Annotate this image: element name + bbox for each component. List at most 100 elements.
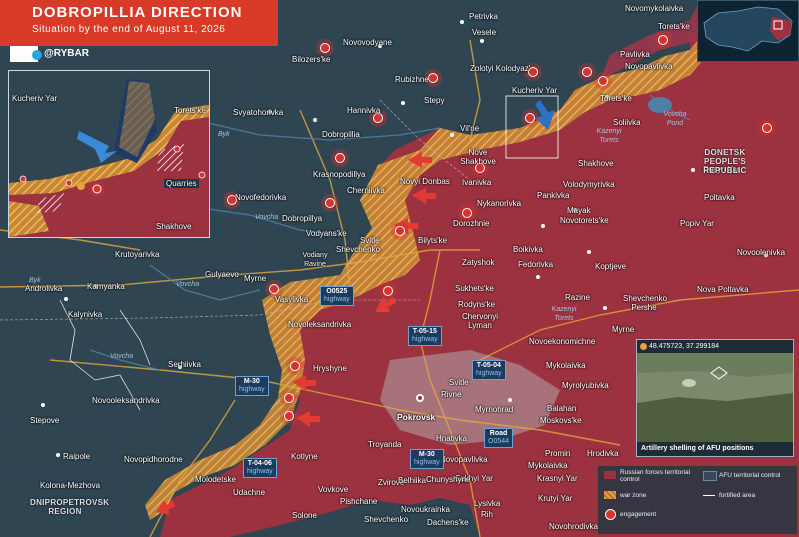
- legend-swatch-afu: [703, 471, 717, 481]
- place-label: Stepove: [30, 416, 60, 425]
- place-label: Bilyts'ke: [418, 236, 448, 245]
- place-label: Shevchenko Pershe: [623, 294, 668, 312]
- place-label: Kotlyne: [291, 452, 318, 461]
- legend-swatch-war-zone: [604, 491, 616, 499]
- place-label: Novotorets'ke: [560, 216, 609, 225]
- pond-label: Vovcha Pond: [663, 111, 687, 127]
- ukraine-outline: [703, 6, 793, 52]
- river-label: Byk: [218, 131, 230, 138]
- place-label: Popiv Yar: [680, 219, 714, 228]
- place-label: Ivanivka: [462, 178, 492, 187]
- place-label: Rubizhne: [395, 75, 429, 84]
- highway-badge: M-30 highway: [235, 376, 269, 396]
- place-label: Gulyaevo: [205, 270, 239, 279]
- place-label: Svyatohorivka: [233, 108, 284, 117]
- map-legend: Russian forces territorial control AFU t…: [598, 466, 797, 534]
- place-label: Novyi Donbas: [400, 177, 450, 186]
- highway-badge: T-04-06 highway: [243, 458, 277, 478]
- river-label: Byk: [29, 277, 41, 284]
- place-label: Torets'ke: [658, 22, 690, 31]
- place-label: Myrolyubivka: [562, 381, 609, 390]
- place-label: Novovodyane: [343, 38, 392, 47]
- place-label: Kolona-Mezhova: [40, 481, 101, 490]
- river-label: Kazenyi Torets: [596, 128, 622, 144]
- place-label: Myrnohrad: [475, 405, 514, 414]
- place-label: Novohrodivka: [549, 522, 598, 531]
- engagement-icon: [605, 509, 616, 520]
- region-label-dpr: DONETSK PEOPLE'S REPUBLIC: [703, 148, 747, 175]
- overview-minimap: [697, 0, 799, 62]
- place-label: Lysivka: [474, 499, 501, 508]
- place-label: Svitle: [449, 378, 469, 387]
- place-label: Raipole: [63, 452, 91, 461]
- highway-badge: T-05-15 highway: [408, 326, 442, 346]
- place-label: Solone: [292, 511, 317, 520]
- place-label: Nykanorivka: [477, 199, 522, 208]
- place-label: Myrne: [244, 274, 267, 283]
- page-subtitle: Situation by the end of August 11, 2026: [32, 24, 226, 35]
- place-label: Novoukrainka: [401, 505, 450, 514]
- place-label: Hrodivka: [587, 449, 619, 458]
- place-label: Vodyans'ke: [306, 229, 347, 238]
- place-label: Novooleksandrivka: [92, 396, 160, 405]
- place-label: Cherniivka: [347, 186, 385, 195]
- place-label: Krutoyarivka: [115, 250, 160, 259]
- legend-label-war-zone: war zone: [620, 492, 647, 499]
- legend-swatch-russian: [604, 471, 616, 479]
- place-label: Hryshyne: [313, 364, 347, 373]
- place-label: Kalynivka: [68, 310, 103, 319]
- place-label: Belhiika: [398, 476, 427, 485]
- place-label: Petrivka: [469, 12, 498, 21]
- place-label: Androlivka: [25, 284, 63, 293]
- place-label: Shevchenko: [364, 515, 409, 524]
- photo-caption: Artillery shelling of AFU positions: [637, 442, 793, 456]
- place-label: Vovkove: [318, 485, 349, 494]
- place-label: Nova Poltavka: [697, 285, 749, 294]
- river-label: Vovcha: [255, 214, 279, 221]
- place-label: Shakhove: [578, 159, 614, 168]
- place-label: Novoolenivka: [737, 248, 786, 257]
- place-label: Vasylivka: [275, 295, 309, 304]
- place-label: Novofedorivka: [235, 193, 287, 202]
- place-label: Kucheriv Yar: [512, 86, 558, 95]
- brand-handle[interactable]: @RYBAR: [44, 48, 89, 59]
- place-label-pokrovsk: Pokrovsk: [397, 412, 436, 422]
- place-label: Balahan: [547, 404, 577, 413]
- camera-icon: [640, 343, 647, 350]
- telegram-icon[interactable]: [32, 50, 42, 60]
- place-label: Boikivka: [513, 245, 543, 254]
- place-label: Mykolaivka: [528, 461, 568, 470]
- river-label: Vovcha: [176, 281, 200, 288]
- place-label: Vodiany Ravine: [302, 252, 328, 268]
- legend-label-russian: Russian forces territorial control: [620, 469, 691, 483]
- photo-inset[interactable]: 48.475723, 37.299184 Artillery shelling …: [636, 339, 794, 457]
- inset-label-shakhove: Shakhove: [156, 222, 192, 231]
- inset-label-kucheriv-yar: Kucheriv Yar: [12, 94, 58, 103]
- highway-badge: O0525 highway: [320, 286, 354, 306]
- place-label: Bilozers'ke: [292, 55, 331, 64]
- place-label: Promin: [545, 449, 571, 458]
- place-label: Krasnyi Yar: [537, 474, 578, 483]
- place-label: Pishchane: [340, 497, 378, 506]
- inset-label-quarries: Quarries: [164, 179, 199, 188]
- place-label: Udachne: [233, 488, 266, 497]
- place-label: Novoleksandrivka: [288, 320, 352, 329]
- place-label: Razine: [565, 293, 590, 302]
- place-label: Poltavka: [704, 193, 735, 202]
- place-label: Zolotyi Kolodyaz': [470, 64, 531, 73]
- place-label: Moskovs'ke: [540, 416, 582, 425]
- place-label: Volodymyrivka: [563, 180, 615, 189]
- place-label: Hnativka: [436, 434, 468, 443]
- place-label: Sukhets'ke: [455, 284, 494, 293]
- place-label: Dachens'ke: [427, 518, 469, 527]
- river-label: Kazenyi Torets: [551, 306, 577, 322]
- place-label: Pankivka: [537, 191, 570, 200]
- place-label: Svitle: [360, 236, 380, 245]
- legend-swatch-fortified: [703, 495, 715, 496]
- place-label: Chervonyi Lyman: [461, 312, 498, 330]
- place-label: Dobropillya: [282, 214, 323, 223]
- place-label: Fedorivka: [518, 260, 554, 269]
- place-label: Vil'ne: [460, 124, 480, 133]
- place-label: Pavlivka: [620, 50, 650, 59]
- highway-badge: M-30 highway: [410, 449, 444, 469]
